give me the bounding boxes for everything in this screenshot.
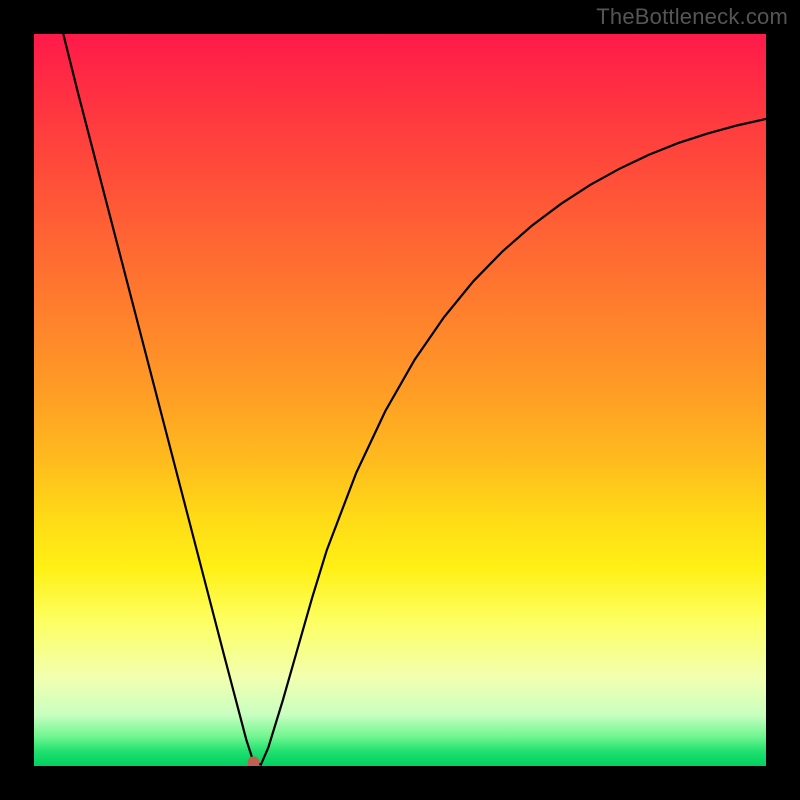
watermark-text: TheBottleneck.com [596,4,788,30]
bottleneck-curve [63,34,766,765]
optimal-point-marker [248,756,260,766]
plot-area [34,34,766,766]
bottleneck-curve-svg [34,34,766,766]
